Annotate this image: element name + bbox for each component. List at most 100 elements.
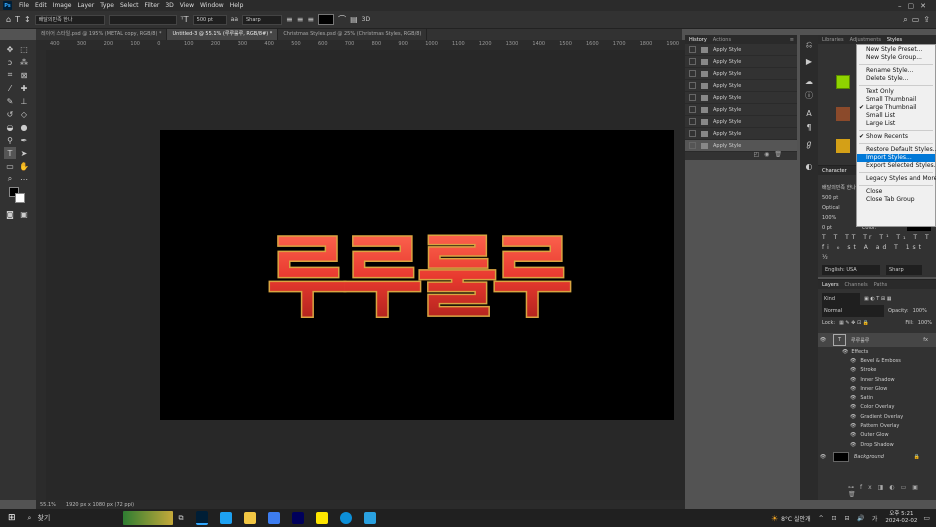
menu-edit[interactable]: Edit [32, 2, 50, 9]
photoshop-taskbar-icon[interactable] [195, 511, 208, 525]
weather-icon[interactable]: ☀ [771, 514, 778, 523]
move-tool-icon[interactable]: ✥ [4, 43, 16, 55]
file-explorer-icon[interactable] [243, 512, 256, 524]
search-highlight-image[interactable] [122, 511, 173, 525]
effect-eye-icon[interactable]: 👁 [850, 358, 856, 364]
eyedropper-icon[interactable]: ⁄ [4, 82, 16, 94]
align-left-icon[interactable]: ≡ [286, 15, 293, 24]
history-checkbox[interactable] [689, 142, 696, 149]
tab-document-3[interactable]: Christmas Styles.psd @ 25% (Christmas St… [278, 29, 428, 40]
background-color-swatch[interactable] [15, 193, 25, 203]
menu-layer[interactable]: Layer [74, 2, 97, 9]
effect-eye-icon[interactable]: 👁 [850, 377, 856, 383]
healing-brush-icon[interactable]: ✚ [18, 82, 30, 94]
effects-eye-icon[interactable]: 👁 [842, 349, 848, 355]
effect-row[interactable]: 👁 Inner Glow [818, 384, 936, 393]
styles-menu-item[interactable]: New Style Group... [857, 54, 935, 62]
tab-history[interactable]: History [689, 37, 707, 43]
rectangle-tool-icon[interactable]: ▭ [4, 160, 16, 172]
screen-mode-icon[interactable]: ▣ [18, 208, 30, 220]
kakaotalk-taskbar-icon[interactable] [315, 512, 328, 524]
effect-row[interactable]: 👁 Color Overlay [818, 403, 936, 412]
visibility-eye-icon[interactable]: 👁 [818, 337, 828, 343]
history-checkbox[interactable] [689, 94, 696, 101]
style-swatch-green[interactable] [836, 75, 850, 89]
tab-character[interactable]: Character [822, 168, 847, 174]
styles-menu-item[interactable]: Small Thumbnail [857, 96, 935, 104]
history-item[interactable]: Apply Style [685, 104, 797, 116]
path-selection-icon[interactable]: ➤ [18, 147, 30, 159]
opacity-input[interactable]: 100% [913, 305, 927, 317]
menu-help[interactable]: Help [227, 2, 247, 9]
canvas-artwork[interactable]: 루루룰루 [160, 130, 674, 420]
character-antialias-select[interactable]: Sharp [886, 265, 922, 275]
libraries-icon[interactable]: ☁ [803, 75, 815, 87]
history-checkbox[interactable] [689, 58, 696, 65]
window-controls[interactable]: –▢✕ [898, 2, 936, 10]
styles-menu-item[interactable]: Legacy Styles and More [857, 175, 936, 183]
effect-row[interactable]: 👁 Bevel & Emboss [818, 356, 936, 365]
clock[interactable]: 오후 5:21 2024-02-02 [885, 511, 917, 525]
fill-input[interactable]: 100% [918, 317, 932, 329]
taskbar-search[interactable]: ⌕ 찾기 [24, 511, 123, 525]
background-eye-icon[interactable]: 👁 [818, 454, 828, 460]
dodge-tool-icon[interactable]: ⚲ [4, 134, 16, 146]
text-layer-name[interactable]: 루루룰루 [851, 337, 869, 344]
edge-taskbar-icon[interactable] [339, 512, 352, 524]
styles-menu-item[interactable]: Close Tab Group [857, 196, 935, 204]
lock-icons[interactable]: ▦ ✎ ✥ ⊡ 🔒 [839, 317, 869, 329]
tab-document-1[interactable]: 레이어 스타일.psd @ 195% (METAL copy, RGB/8) * [36, 29, 168, 40]
blend-mode-select[interactable]: Normal [822, 305, 884, 317]
background-layer-name[interactable]: Background [854, 454, 884, 460]
marquee-tool-icon[interactable]: ⬚ [18, 43, 30, 55]
effects-row[interactable]: 👁 Effects [818, 347, 936, 356]
premiere-taskbar-icon[interactable] [291, 512, 304, 524]
menu-type[interactable]: Type [97, 2, 117, 9]
paint-bucket-icon[interactable]: ◒ [4, 121, 16, 133]
menu-view[interactable]: View [177, 2, 197, 9]
tray-icons[interactable]: ^ ⊡ ⊟ 🔊 [819, 515, 868, 522]
align-right-icon[interactable]: ≡ [307, 15, 314, 24]
tab-actions[interactable]: Actions [713, 37, 731, 43]
panel-menu-icon[interactable]: ≡ [790, 37, 797, 43]
paragraph-panel-icon[interactable]: ¶ [803, 121, 815, 133]
effect-eye-icon[interactable]: 👁 [850, 404, 856, 410]
effect-eye-icon[interactable]: 👁 [850, 423, 856, 429]
styles-menu-item[interactable]: Import Styles... [857, 154, 935, 162]
styles-menu-item[interactable]: Restore Default Styles... [857, 146, 936, 154]
history-item[interactable]: Apply Style [685, 80, 797, 92]
styles-menu-item[interactable]: New Style Preset... [857, 46, 935, 54]
tab-layers[interactable]: Layers [822, 282, 839, 288]
align-center-icon[interactable]: ≡ [297, 15, 304, 24]
home-icon[interactable]: ⌂ [6, 15, 11, 24]
layer-row-text[interactable]: 👁 T 루루룰루 fx [818, 333, 936, 347]
orientation-toggle-icon[interactable]: ↕ [24, 15, 31, 24]
menu-3d[interactable]: 3D [162, 2, 176, 9]
history-checkbox[interactable] [689, 82, 696, 89]
tab-channels[interactable]: Channels [845, 282, 868, 288]
layer-row-background[interactable]: 👁 Background 🔒 [818, 451, 936, 463]
styles-menu-item[interactable]: Export Selected Styles... [857, 162, 936, 170]
effect-row[interactable]: 👁 Stroke [818, 366, 936, 375]
opentype-buttons[interactable]: fi ℴ st A ad T 1st ½ [822, 243, 932, 263]
text-color-swatch[interactable] [318, 14, 335, 25]
ime-indicator[interactable]: 가 [872, 514, 878, 523]
history-item[interactable]: Apply Style [685, 92, 797, 104]
effect-row[interactable]: 👁 Drop Shadow [818, 440, 936, 449]
menu-file[interactable]: File [16, 2, 32, 9]
font-style-select[interactable] [108, 14, 177, 25]
magic-wand-icon[interactable]: ⁂ [18, 56, 30, 68]
layer-filter-icons[interactable]: ▣ ◐ T ⊞ ▦ [864, 293, 891, 305]
threed-button[interactable]: 3D [362, 16, 370, 23]
effect-eye-icon[interactable]: 👁 [850, 367, 856, 373]
styles-menu-item[interactable]: Delete Style... [857, 75, 935, 83]
font-size-input[interactable]: 500 pt [192, 14, 227, 25]
windows-start-icon[interactable]: ⊞ [8, 513, 16, 523]
menu-window[interactable]: Window [197, 2, 227, 9]
effect-row[interactable]: 👁 Pattern Overlay [818, 421, 936, 430]
actions-play-icon[interactable]: ▶ [803, 55, 815, 67]
effect-eye-icon[interactable]: 👁 [850, 432, 856, 438]
styles-menu-item[interactable]: ✔ Large Thumbnail [857, 104, 935, 112]
effect-eye-icon[interactable]: 👁 [850, 395, 856, 401]
styles-menu-item[interactable]: Close [857, 188, 935, 196]
